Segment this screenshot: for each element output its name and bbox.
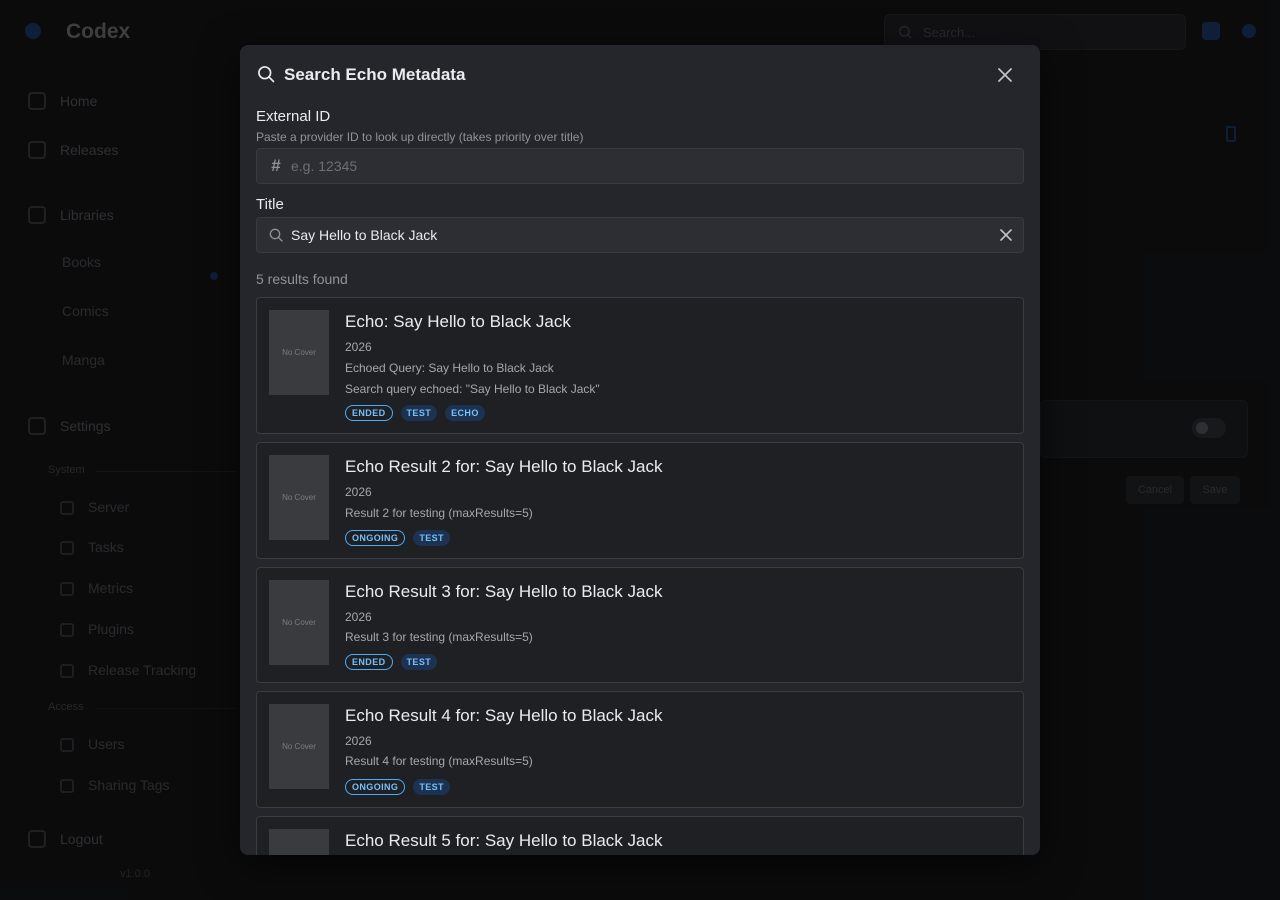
external-id-description: Paste a provider ID to look up directly … [256,130,584,144]
badge-group: ENDED TEST ECHO [345,405,485,421]
result-title: Echo Result 5 for: Say Hello to Black Ja… [345,831,663,850]
result-title: Echo: Say Hello to Black Jack [345,312,571,331]
cover-placeholder: No Cover [269,580,329,665]
result-title: Echo Result 3 for: Say Hello to Black Ja… [345,582,663,601]
external-id-field: # [256,148,1024,184]
tag-badge: TEST [413,779,450,795]
cover-placeholder: No Cover [269,455,329,540]
status-badge: ONGOING [345,530,406,546]
search-metadata-modal: Search Echo Metadata External ID Paste a… [240,45,1040,855]
close-icon [998,68,1012,82]
badge-group: ONGOING TEST [345,530,450,546]
status-badge: ENDED [345,405,393,421]
result-card[interactable]: No Cover Echo Result 4 for: Say Hello to… [256,691,1024,808]
results-count: 5 results found [256,271,348,287]
result-year: 2026 [345,734,372,748]
external-id-input[interactable] [291,149,991,183]
badge-group: ONGOING TEST [345,779,450,795]
search-icon [258,66,275,83]
result-year: 2026 [345,610,372,624]
result-detail: Echoed Query: Say Hello to Black Jack [345,361,554,375]
cover-placeholder: No Cover [269,704,329,789]
clear-icon[interactable] [997,226,1015,244]
status-badge: ENDED [345,654,393,670]
tag-badge: TEST [400,405,438,421]
result-card[interactable]: No Cover Echo Result 3 for: Say Hello to… [256,567,1024,683]
tag-badge: TEST [400,654,438,670]
close-button[interactable] [992,62,1018,88]
cover-placeholder [269,829,329,855]
result-title: Echo Result 2 for: Say Hello to Black Ja… [345,457,663,476]
hash-icon: # [271,156,281,175]
badge-group: ENDED TEST [345,654,438,670]
tag-badge: TEST [413,530,450,546]
modal-header: Search Echo Metadata [240,45,1040,105]
result-detail: Result 2 for testing (maxResults=5) [345,506,533,520]
result-card[interactable]: No Cover Echo: Say Hello to Black Jack 2… [256,297,1024,434]
result-card[interactable]: No Cover Echo Result 2 for: Say Hello to… [256,442,1024,559]
result-title: Echo Result 4 for: Say Hello to Black Ja… [345,706,663,725]
result-year: 2026 [345,340,372,354]
search-icon [267,226,285,244]
external-id-label: External ID [256,108,331,125]
result-card[interactable]: Echo Result 5 for: Say Hello to Black Ja… [256,816,1024,855]
tag-badge: ECHO [445,405,485,421]
title-input[interactable] [291,218,991,252]
result-year: 2026 [345,485,372,499]
result-detail: Search query echoed: "Say Hello to Black… [345,382,600,396]
result-detail: Result 4 for testing (maxResults=5) [345,754,533,768]
title-label: Title [256,196,284,213]
title-field [256,217,1024,253]
result-detail: Result 3 for testing (maxResults=5) [345,630,533,644]
status-badge: ONGOING [345,779,406,795]
cover-placeholder: No Cover [269,310,329,395]
modal-title: Search Echo Metadata [284,65,466,84]
